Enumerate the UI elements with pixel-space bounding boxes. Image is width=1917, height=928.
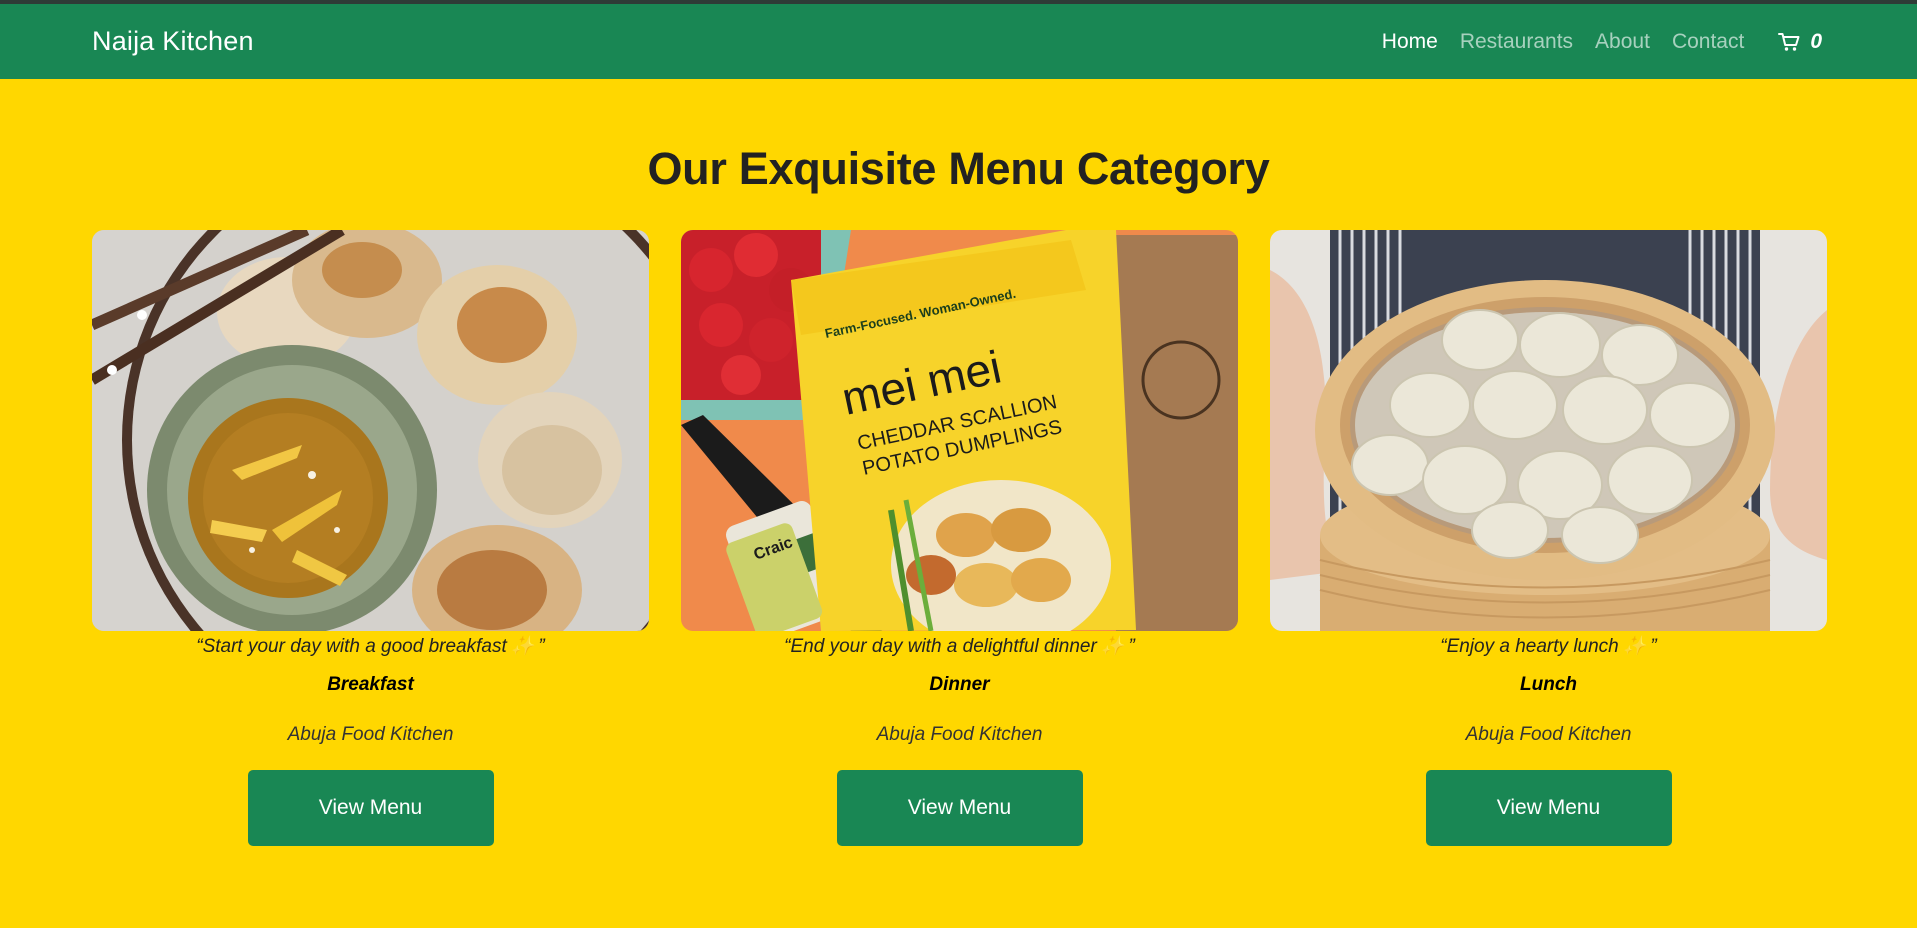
- quote-text: “Start your day with a good breakfast: [196, 636, 507, 657]
- kitchen-name: Abuja Food Kitchen: [876, 724, 1043, 745]
- sparkles-icon: ✨: [1622, 636, 1647, 657]
- nav-restaurants[interactable]: Restaurants: [1460, 30, 1573, 54]
- quote-text: “Enjoy a hearty lunch: [1440, 636, 1619, 657]
- kitchen-name: Abuja Food Kitchen: [1465, 724, 1632, 745]
- cart-count: 0: [1810, 29, 1822, 53]
- nav-about[interactable]: About: [1595, 30, 1650, 54]
- category-title: Lunch: [1520, 674, 1577, 695]
- category-title: Dinner: [929, 674, 990, 695]
- card-quote: “Enjoy a hearty lunch ✨”: [1440, 634, 1657, 658]
- nav-contact[interactable]: Contact: [1672, 30, 1744, 54]
- menu-card-breakfast: “Start your day with a good breakfast ✨” …: [92, 230, 649, 846]
- view-menu-button-breakfast[interactable]: View Menu: [247, 770, 494, 846]
- cart-button[interactable]: 0: [1778, 30, 1822, 54]
- nav-home[interactable]: Home: [1382, 30, 1438, 54]
- sparkles-icon: ✨: [1100, 636, 1125, 657]
- brand-logo[interactable]: Naija Kitchen: [92, 26, 254, 57]
- nav-links: Home Restaurants About Contact 0: [1382, 30, 1825, 54]
- card-quote: “Start your day with a good breakfast ✨”: [196, 634, 545, 658]
- quote-close: ”: [538, 636, 545, 657]
- quote-close: ”: [1650, 636, 1657, 657]
- menu-card-dinner: Farm-Focused. Woman-Owned. mei mei CHEDD…: [681, 230, 1238, 846]
- quote-text: “End your day with a delightful dinner: [784, 636, 1097, 657]
- dinner-image: Farm-Focused. Woman-Owned. mei mei CHEDD…: [681, 230, 1238, 631]
- navbar: Naija Kitchen Home Restaurants About Con…: [0, 4, 1917, 79]
- view-menu-button-dinner[interactable]: View Menu: [836, 770, 1083, 846]
- kitchen-name: Abuja Food Kitchen: [287, 724, 454, 745]
- breakfast-image: [92, 230, 649, 631]
- lunch-image: [1270, 230, 1827, 631]
- view-menu-button-lunch[interactable]: View Menu: [1425, 770, 1672, 846]
- quote-close: ”: [1128, 636, 1135, 657]
- cart-icon: [1778, 32, 1800, 51]
- category-title: Breakfast: [327, 674, 414, 695]
- menu-card-lunch: “Enjoy a hearty lunch ✨” Lunch Abuja Food…: [1270, 230, 1827, 846]
- menu-category-list: “Start your day with a good breakfast ✨” …: [92, 230, 1827, 846]
- card-quote: “End your day with a delightful dinner ✨”: [784, 634, 1135, 658]
- page-title: Our Exquisite Menu Category: [647, 143, 1270, 194]
- sparkles-icon: ✨: [510, 636, 535, 657]
